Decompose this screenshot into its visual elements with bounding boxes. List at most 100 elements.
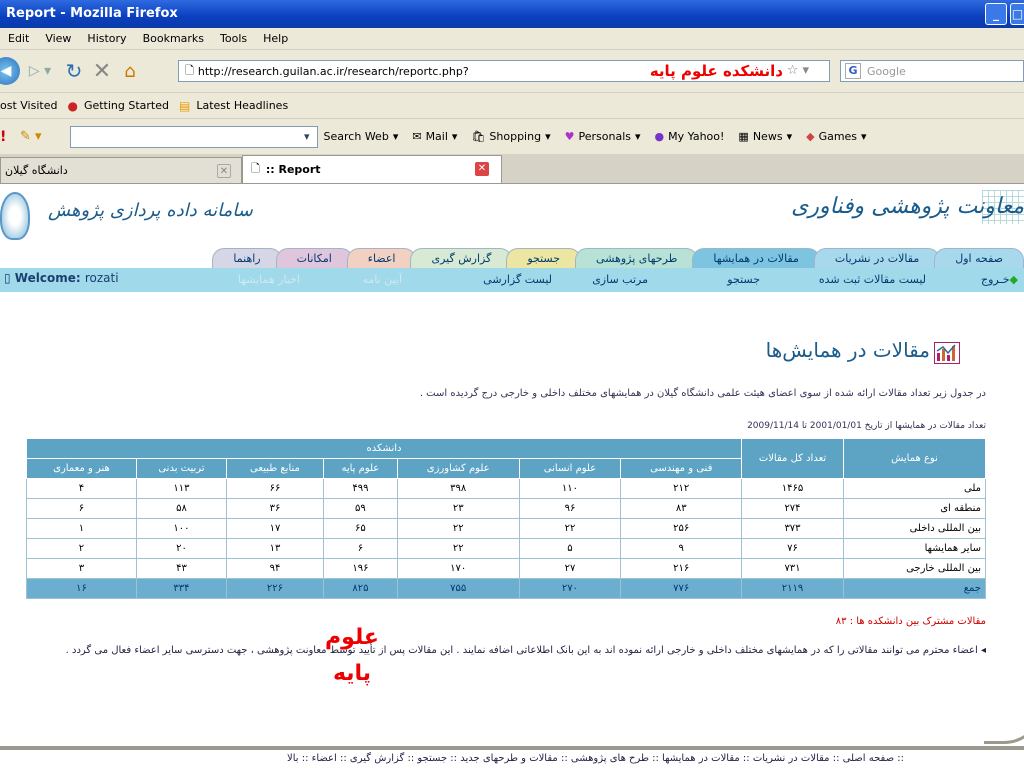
exit-link[interactable]: ◆خـروج [981, 273, 1018, 286]
site-tab-1[interactable]: مقالات در نشریات [813, 248, 941, 268]
search-field[interactable]: G Google [840, 60, 1024, 82]
shared-papers-note: مقالات مشترک بین دانشکده ها : ۸۳ [835, 616, 986, 627]
cell-total: ۲۱۱۹ [741, 578, 844, 599]
cell-value: ۳۶ [226, 498, 324, 519]
menu-history[interactable]: History [87, 32, 126, 45]
page-description: در جدول زیر تعداد مقالات ارائه شده از سو… [419, 388, 986, 399]
cell-value: ۱ [26, 518, 137, 539]
cell-value: ۲۳ [396, 498, 520, 519]
menu-view[interactable]: View [45, 32, 71, 45]
google-icon[interactable]: G [845, 63, 861, 79]
cell-value: ۱۳ [226, 538, 324, 559]
menu-tools[interactable]: Tools [220, 32, 247, 45]
cell-value: ۵۸ [135, 498, 228, 519]
maximize-button[interactable]: □ [1010, 3, 1024, 25]
web-page: سامانه داده پردازی پژوهش معاونت پژوهشی و… [0, 184, 1024, 768]
red-annotation: علوم پایه [325, 625, 379, 686]
toolbar-shopping[interactable]: 🛍 Shopping ▾ [471, 130, 550, 143]
shopping-icon: 🛍 [471, 130, 486, 143]
cell-value: ۹۴ [226, 558, 324, 579]
cell-value: ۲۱۶ [620, 558, 742, 579]
cell-type: بین المللی خارجی [843, 558, 986, 579]
header-faculty: هنر و معماری [26, 458, 137, 479]
cell-value: ۳۳۴ [135, 578, 228, 599]
tab-guilan[interactable]: دانشگاه گیلان ✕ [0, 157, 242, 183]
toolbar-my-yahoo[interactable]: ● My Yahoo! [655, 130, 725, 143]
toolbar-news[interactable]: ▦ News ▾ [738, 130, 792, 143]
table-row: بین المللی داخلی ۳۷۳ ۲۵۶ ۲۲ ۲۲ ۶۵ ۱۷ ۱۰۰ ۱ [26, 518, 986, 539]
site-tab-5[interactable]: گزارش گیری [410, 248, 513, 268]
minimize-button[interactable]: _ [985, 3, 1007, 25]
menu-bookmarks[interactable]: Bookmarks [143, 32, 204, 45]
sub-link-conference-news[interactable]: اخبار همایشها [238, 273, 300, 286]
bookmark-most-visited[interactable]: ost Visited [0, 99, 57, 112]
site-tab-3[interactable]: طرحهای پژوهشی [575, 248, 699, 268]
browser-tab-bar: دانشگاه گیلان ✕ 🗋 :: Report ✕ [0, 154, 1024, 184]
cell-value: ۸۳ [620, 498, 742, 519]
toolbar-personals[interactable]: ♥ Personals ▾ [565, 130, 641, 143]
yahoo-search-input[interactable] [70, 125, 318, 148]
dropdown-icon[interactable]: ▾ [304, 130, 310, 143]
cell-value: ۲۲۶ [226, 578, 324, 599]
navigation-toolbar: ◀ ▷ ▾ ↻ ✕ ⌂ 🗋 http://research.guilan.ac.… [0, 50, 1024, 92]
cell-value: ۱۱۳ [135, 478, 228, 499]
cell-type: جمع [843, 578, 986, 599]
url-bar[interactable]: 🗋 http://research.guilan.ac.ir/research/… [178, 60, 830, 82]
cell-value: ۷۵۵ [396, 578, 520, 599]
header-faculty: فنی و مهندسی [620, 458, 742, 479]
bookmark-star-icon[interactable]: ☆ ▾ [787, 63, 809, 78]
yahoo-logo-icon[interactable]: ! [0, 129, 6, 145]
menu-help[interactable]: Help [263, 32, 288, 45]
close-icon[interactable]: ✕ [217, 164, 231, 178]
cell-value: ۷۷۶ [620, 578, 742, 599]
stop-icon[interactable]: ✕ [88, 57, 116, 85]
getting-started-icon: ● [67, 98, 78, 113]
site-tab-6[interactable]: اعضاء [346, 248, 417, 268]
site-tab-8[interactable]: راهنما [212, 248, 282, 268]
bookmark-latest-headlines[interactable]: Latest Headlines [196, 99, 288, 112]
news-icon: ▦ [738, 130, 749, 143]
bullet-icon: ◂ [977, 645, 986, 656]
pencil-icon[interactable]: ✎ ▾ [20, 129, 42, 144]
close-icon[interactable]: ✕ [475, 162, 489, 176]
sub-link-registered-list[interactable]: لیست مقالات ثبت شده [819, 273, 926, 286]
cell-value: ۶ [322, 538, 398, 559]
sub-link-report-list[interactable]: لیست گزارشی [483, 273, 552, 286]
header-total: تعداد کل مقالات [741, 438, 844, 479]
home-icon[interactable]: ⌂ [116, 57, 144, 85]
tab-report[interactable]: 🗋 :: Report ✕ [242, 155, 502, 183]
yahoo-toolbar: ! ✎ ▾ ▾ Search Web ▾ ✉ Mail ▾ 🛍 Shopping ▾… [0, 118, 1024, 154]
cell-value: ۲۷ [518, 558, 622, 579]
sub-link-search[interactable]: جستجو [727, 273, 760, 286]
cell-type: منطقه ای [843, 498, 986, 519]
page-icon: 🗋 [185, 63, 194, 77]
cell-total: ۲۷۴ [741, 498, 844, 519]
heart-icon: ♥ [564, 130, 575, 143]
site-tab-7[interactable]: امکانات [275, 248, 353, 268]
games-icon: ◆ [806, 130, 815, 143]
page-decoration [984, 684, 1024, 744]
site-tab-2[interactable]: مقالات در همایشها [692, 248, 820, 268]
site-nav-tabs: صفحه اول مقالات در نشریات مقالات در همایشه… [0, 246, 1024, 268]
cell-value: ۲ [26, 538, 137, 559]
toolbar-mail[interactable]: ✉ Mail ▾ [412, 130, 457, 143]
forward-button[interactable]: ▷ ▾ [20, 57, 60, 85]
cell-total: ۳۷۳ [741, 518, 844, 539]
header-type: نوع همایش [843, 438, 986, 479]
sub-link-regulations[interactable]: آیین نامه [362, 273, 402, 286]
site-tab-4[interactable]: جستجو [506, 248, 582, 268]
toolbar-games[interactable]: ◆ Games ▾ [806, 130, 866, 143]
site-tab-0[interactable]: صفحه اول [934, 248, 1024, 268]
sub-link-sort[interactable]: مرتب سازی [592, 273, 648, 286]
cell-value: ۸۲۵ [322, 578, 398, 599]
back-button[interactable]: ◀ [0, 57, 20, 85]
bookmark-getting-started[interactable]: Getting Started [84, 99, 169, 112]
members-note: ◂ اعضاء محترم می توانند مقالاتی را که در… [65, 645, 986, 656]
cell-value: ۱۷۰ [396, 558, 520, 579]
footer-links[interactable]: :: صفحه اصلی :: مقالات در نشریات :: مقال… [0, 746, 1024, 768]
table-row: ملی ۱۴۶۵ ۲۱۲ ۱۱۰ ۳۹۸ ۴۹۹ ۶۶ ۱۱۳ ۴ [26, 478, 986, 499]
toolbar-search-web[interactable]: Search Web ▾ [324, 130, 399, 143]
reload-icon[interactable]: ↻ [60, 57, 88, 85]
menu-edit[interactable]: Edit [8, 32, 29, 45]
cell-value: ۲۲ [396, 518, 520, 539]
